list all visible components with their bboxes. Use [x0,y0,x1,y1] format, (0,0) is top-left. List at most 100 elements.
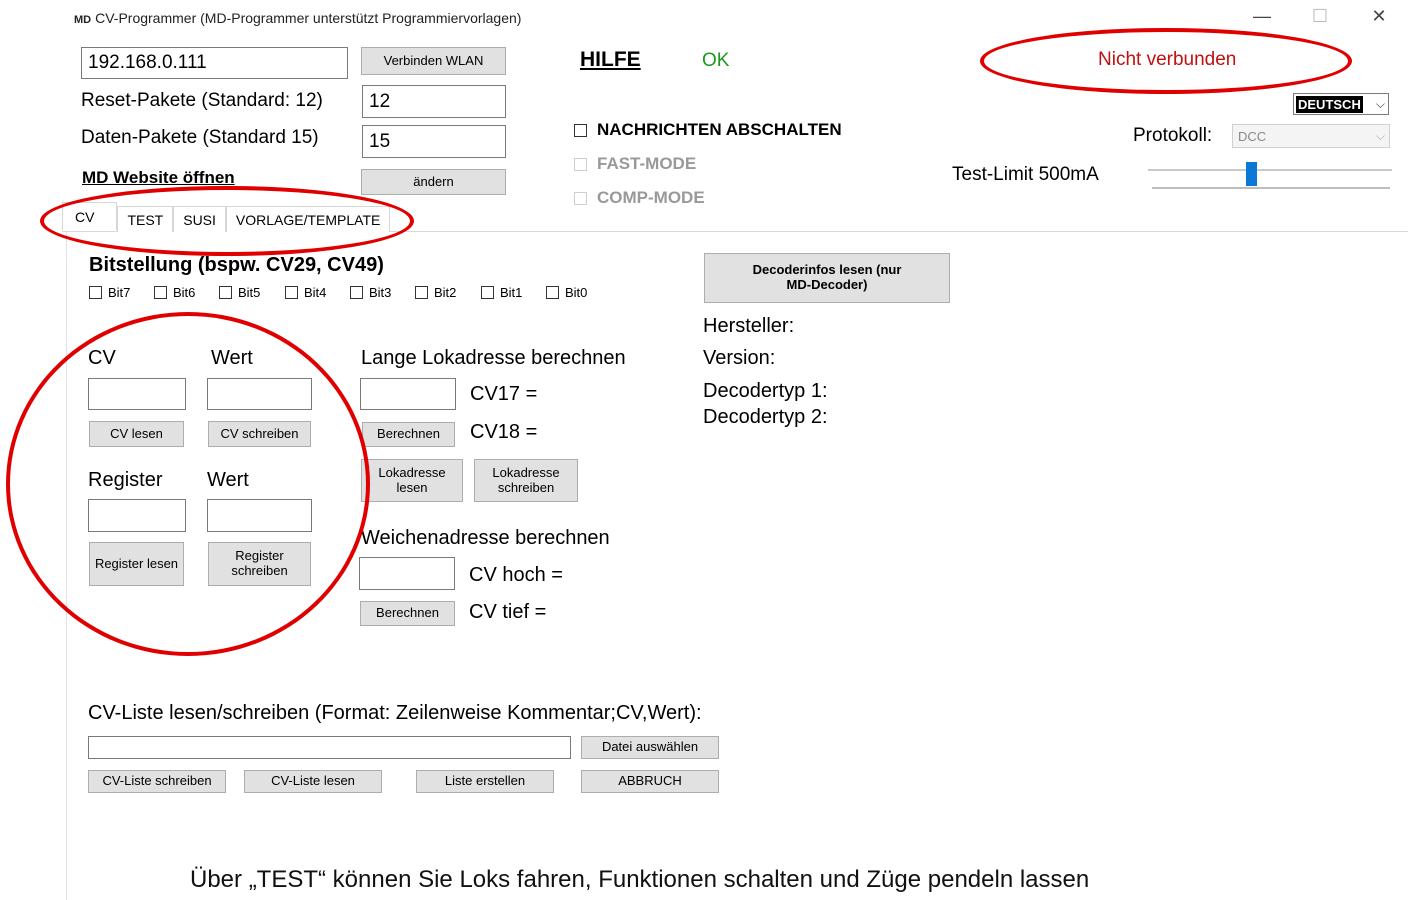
read-cv-list-button[interactable]: CV-Liste lesen [244,770,382,793]
register-number-input[interactable] [88,499,186,532]
help-link[interactable]: HILFE [580,48,641,72]
slider-thumb[interactable] [1246,162,1257,186]
switch-address-input[interactable] [359,557,455,590]
switch-address-calculate-button[interactable]: Berechnen [360,601,455,626]
bit-checkbox-bit7[interactable]: Bit7 [89,285,130,300]
read-decoder-info-button[interactable]: Decoderinfos lesen (nur MD-Decoder) [704,253,950,303]
test-limit-label: Test-Limit 500mA [952,164,1099,185]
checkbox-box[interactable] [546,286,559,299]
maximize-button[interactable]: ☐ [1305,6,1335,27]
data-packets-input[interactable] [362,125,506,158]
cv-write-button[interactable]: CV schreiben [208,421,311,447]
cv-label: CV [88,347,116,369]
data-packets-label: Daten-Pakete (Standard 15) [81,127,319,148]
bit-checkbox-bit4[interactable]: Bit4 [285,285,326,300]
tab-susi[interactable]: SUSI [173,206,226,232]
bits-heading: Bitstellung (bspw. CV29, CV49) [89,254,384,276]
bit-checkbox-bit1[interactable]: Bit1 [481,285,522,300]
comp-mode-label: COMP-MODE [597,188,705,207]
cv-list-file-input[interactable] [88,736,571,759]
write-cv-list-button[interactable]: CV-Liste schreiben [88,770,226,793]
checkbox-box[interactable] [219,286,232,299]
choose-file-button[interactable]: Datei auswählen [581,736,719,759]
register-write-button[interactable]: Register schreiben [208,542,311,586]
fast-mode-label: FAST-MODE [597,154,697,173]
bit-label: Bit4 [304,285,327,300]
checkbox-box[interactable] [481,286,494,299]
bit-label: Bit5 [238,285,261,300]
switch-address-heading: Weichenadresse berechnen [361,527,610,549]
caption-text: Über „TEST“ können Sie Loks fahren, Funk… [190,866,1090,893]
long-address-heading: Lange Lokadresse berechnen [361,347,626,369]
reset-packets-input[interactable] [362,85,506,118]
checkbox-box[interactable] [574,191,587,205]
cv-section-highlight-oval [6,312,370,656]
ok-status: OK [702,50,730,71]
cv-read-button[interactable]: CV lesen [89,421,184,447]
long-address-calculate-button[interactable]: Berechnen [362,422,455,447]
bit-checkbox-bit6[interactable]: Bit6 [154,285,195,300]
protocol-label: Protokoll: [1133,125,1213,146]
checkbox-box[interactable] [350,286,363,299]
cv17-label: CV17 = [470,383,538,405]
register-label: Register [88,469,163,491]
language-value: DEUTSCH [1296,95,1363,113]
fast-mode-checkbox[interactable]: FAST-MODE [574,154,696,174]
window-title-text: CV-Programmer (MD-Programmer unterstützt… [95,10,522,26]
cv-low-label: CV tief = [469,601,547,623]
checkbox-box[interactable] [89,286,102,299]
bit-checkbox-bit3[interactable]: Bit3 [350,285,391,300]
decoder-type2-label: Decodertyp 2: [703,406,828,428]
website-link[interactable]: MD Website öffnen [82,168,235,188]
checkbox-box[interactable] [574,157,587,171]
register-value-input[interactable] [207,499,312,532]
connect-wlan-button[interactable]: Verbinden WLAN [361,47,506,75]
bit-checkbox-bit2[interactable]: Bit2 [415,285,456,300]
bit-label: Bit2 [434,285,457,300]
ip-address-input[interactable] [81,47,348,79]
messages-off-checkbox[interactable]: NACHRICHTEN ABSCHALTEN [574,120,842,140]
minimize-button[interactable]: — [1247,6,1277,27]
cv-list-heading: CV-Liste lesen/schreiben (Format: Zeilen… [88,702,702,724]
checkbox-box[interactable] [154,286,167,299]
panel-border [66,232,67,900]
cv-number-input[interactable] [88,378,186,410]
cv-high-label: CV hoch = [469,564,563,586]
bit-label: Bit3 [369,285,392,300]
bit-checkbox-bit5[interactable]: Bit5 [219,285,260,300]
tab-template[interactable]: VORLAGE/TEMPLATE [225,206,391,232]
protocol-value: DCC [1238,128,1267,144]
create-list-button[interactable]: Liste erstellen [416,770,554,793]
manufacturer-label: Hersteller: [703,315,795,337]
bit-checkbox-bit0[interactable]: Bit0 [546,285,587,300]
window-title: MD CV-Programmer (MD-Programmer unterstüt… [74,10,521,26]
cv-value-input[interactable] [207,378,312,410]
bit-label: Bit6 [173,285,196,300]
chevron-down-icon: ⌵ [1375,96,1385,111]
protocol-dropdown[interactable]: DCC ⌵ [1232,124,1390,148]
language-dropdown[interactable]: DEUTSCH ⌵ [1293,93,1389,115]
tab-cv[interactable]: CV [62,202,118,230]
close-button[interactable]: ✕ [1364,6,1394,27]
cv18-label: CV18 = [470,421,538,443]
version-label: Version: [703,347,776,369]
register-read-button[interactable]: Register lesen [89,542,184,586]
tab-test[interactable]: TEST [117,206,174,232]
slider-track [1148,169,1392,171]
cv-value-label: Wert [211,347,253,369]
chevron-down-icon: ⌵ [1375,128,1385,143]
checkbox-box[interactable] [285,286,298,299]
reset-packets-label: Reset-Pakete (Standard: 12) [81,90,323,111]
bit-label: Bit7 [108,285,131,300]
write-loco-address-button[interactable]: Lokadresse schreiben [474,459,578,502]
abort-button[interactable]: ABBRUCH [581,770,719,793]
read-loco-address-button[interactable]: Lokadresse lesen [361,459,463,502]
checkbox-box[interactable] [574,123,587,137]
change-button[interactable]: ändern [361,169,506,195]
test-limit-slider[interactable] [1148,160,1392,194]
decoder-type1-label: Decodertyp 1: [703,380,828,402]
checkbox-box[interactable] [415,286,428,299]
comp-mode-checkbox[interactable]: COMP-MODE [574,188,705,208]
connection-status: Nicht verbunden [1098,49,1237,70]
long-address-input[interactable] [360,378,456,410]
